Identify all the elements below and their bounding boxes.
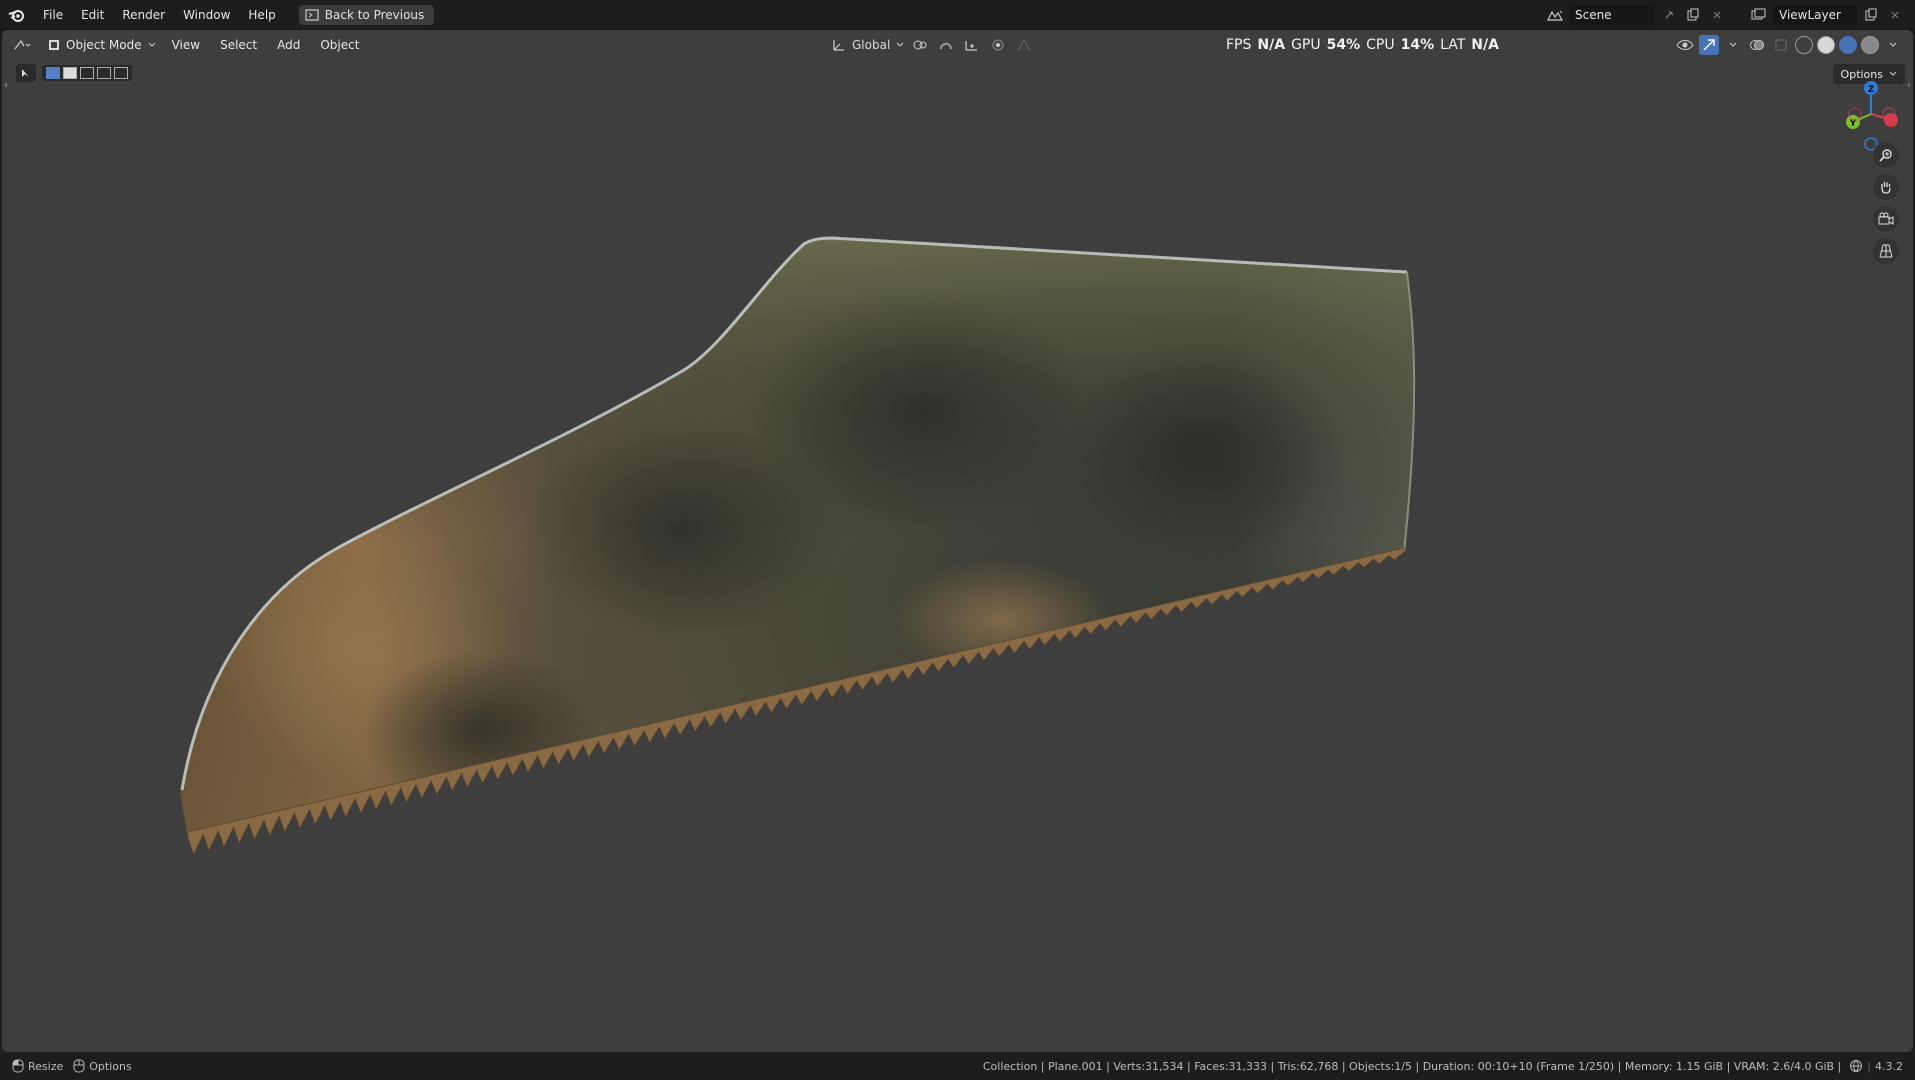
- menu-edit[interactable]: Edit: [72, 0, 113, 30]
- globe-icon: [1850, 1060, 1863, 1073]
- tool-settings-row: [16, 64, 132, 82]
- view-layer-selector: ViewLayer: [1749, 4, 1905, 26]
- gizmo-toggle-icon[interactable]: [1699, 35, 1719, 55]
- scene-selector: Scene: [1545, 4, 1727, 26]
- pivot-point-icon[interactable]: [910, 35, 930, 55]
- transform-orientation-dropdown[interactable]: Global: [852, 38, 890, 52]
- viewport-display-controls: [1675, 34, 1903, 56]
- viewport-menu-object[interactable]: Object: [310, 38, 369, 52]
- cpu-value: 14%: [1400, 37, 1435, 53]
- select-tool-icon[interactable]: [16, 64, 36, 82]
- select-new-icon[interactable]: [46, 67, 60, 79]
- lat-value: N/A: [1471, 37, 1499, 53]
- object-mode-icon: [49, 40, 59, 50]
- falloff-icon[interactable]: [1014, 35, 1034, 55]
- gpu-label: GPU: [1291, 37, 1321, 53]
- selection-mode-group: [42, 65, 132, 81]
- saw-blade-object[interactable]: [2, 30, 1913, 1052]
- mode-label: Object Mode: [66, 38, 142, 52]
- status-hints: Resize Options: [12, 1059, 132, 1073]
- select-invert-icon[interactable]: [97, 67, 111, 79]
- rendered-shading-icon[interactable]: [1861, 36, 1879, 54]
- view-layer-name-field[interactable]: ViewLayer: [1773, 5, 1857, 25]
- viewport-menu-view[interactable]: View: [162, 38, 210, 52]
- fps-label: FPS: [1226, 37, 1252, 53]
- pan-hand-icon[interactable]: [1873, 174, 1899, 200]
- solid-shading-icon[interactable]: [1817, 36, 1835, 54]
- scene-name: Scene: [1575, 8, 1612, 22]
- overlays-icon[interactable]: [1747, 35, 1767, 55]
- mouse-right-icon: [73, 1059, 85, 1073]
- lat-label: LAT: [1440, 37, 1466, 53]
- menu-window[interactable]: Window: [174, 0, 239, 30]
- cpu-label: CPU: [1366, 37, 1395, 53]
- viewport-header: Object Mode View Select Add Object Globa…: [2, 30, 1913, 60]
- menu-render[interactable]: Render: [113, 0, 174, 30]
- top-menu-bar: File Edit Render Window Help Back to Pre…: [0, 0, 1915, 30]
- viewport-menu-add[interactable]: Add: [267, 38, 310, 52]
- transform-orientation-icon: [833, 40, 844, 51]
- chevron-down-icon: [148, 42, 155, 47]
- editor-type-icon[interactable]: [12, 35, 32, 55]
- visibility-icon[interactable]: [1675, 35, 1695, 55]
- blender-version: 4.3.2: [1875, 1059, 1903, 1073]
- snap-target-icon[interactable]: [962, 35, 982, 55]
- gpu-value: 54%: [1326, 37, 1361, 53]
- menu-file[interactable]: File: [34, 0, 72, 30]
- fps-value: N/A: [1257, 37, 1286, 53]
- 3d-viewport[interactable]: Object Mode View Select Add Object Globa…: [2, 30, 1913, 1052]
- status-hint-resize: Resize: [28, 1059, 64, 1073]
- camera-view-icon[interactable]: [1873, 206, 1899, 232]
- view-layer-name: ViewLayer: [1779, 8, 1841, 22]
- sidebar-expand-icon[interactable]: ‹: [1907, 80, 1911, 91]
- delete-view-layer-icon[interactable]: [1885, 5, 1905, 25]
- shading-dropdown-icon[interactable]: [1883, 35, 1903, 55]
- transform-controls: Global: [832, 34, 1034, 56]
- proportional-editing-icon[interactable]: [988, 35, 1008, 55]
- fullscreen-exit-icon: [305, 8, 319, 21]
- blender-logo-icon[interactable]: [0, 0, 34, 30]
- statistics-text: Collection | Plane.001 | Verts:31,534 | …: [982, 1059, 1842, 1073]
- scene-statistics: Collection | Plane.001 | Verts:31,534 | …: [982, 1059, 1903, 1073]
- select-intersect-icon[interactable]: [114, 67, 128, 79]
- scene-browse-icon[interactable]: [1545, 5, 1565, 25]
- mode-dropdown[interactable]: Object Mode: [42, 34, 162, 56]
- back-to-previous-label: Back to Previous: [324, 7, 425, 22]
- toolbar-expand-icon[interactable]: ›: [4, 80, 8, 91]
- gizmo-z-label: Z: [1868, 85, 1875, 95]
- view-layer-browse-icon[interactable]: [1749, 5, 1769, 25]
- navigation-tools: [1873, 142, 1899, 264]
- xray-icon[interactable]: [1771, 35, 1791, 55]
- gizmo-dropdown-icon[interactable]: [1723, 35, 1743, 55]
- material-preview-shading-icon[interactable]: [1839, 36, 1857, 54]
- select-subtract-icon[interactable]: [80, 67, 94, 79]
- new-scene-icon[interactable]: [1683, 5, 1703, 25]
- snap-icon[interactable]: [936, 35, 956, 55]
- back-to-previous-button[interactable]: Back to Previous: [298, 4, 435, 25]
- delete-scene-icon[interactable]: [1707, 5, 1727, 25]
- chevron-down-icon: [896, 42, 904, 47]
- new-view-layer-icon[interactable]: [1861, 5, 1881, 25]
- status-bar: Resize Options Collection | Plane.001 | …: [0, 1052, 1915, 1080]
- wireframe-shading-icon[interactable]: [1795, 36, 1813, 54]
- menu-help[interactable]: Help: [239, 0, 284, 30]
- pin-icon[interactable]: [1659, 5, 1679, 25]
- mouse-left-icon: [12, 1059, 24, 1073]
- performance-stats: FPS N/A GPU 54% CPU 14% LAT N/A: [1226, 30, 1499, 60]
- status-hint-options: Options: [89, 1059, 132, 1073]
- perspective-toggle-icon[interactable]: [1873, 238, 1899, 264]
- select-extend-icon[interactable]: [63, 67, 77, 79]
- zoom-icon[interactable]: [1873, 142, 1899, 168]
- scene-name-field[interactable]: Scene: [1569, 5, 1655, 25]
- viewport-menu-select[interactable]: Select: [210, 38, 267, 52]
